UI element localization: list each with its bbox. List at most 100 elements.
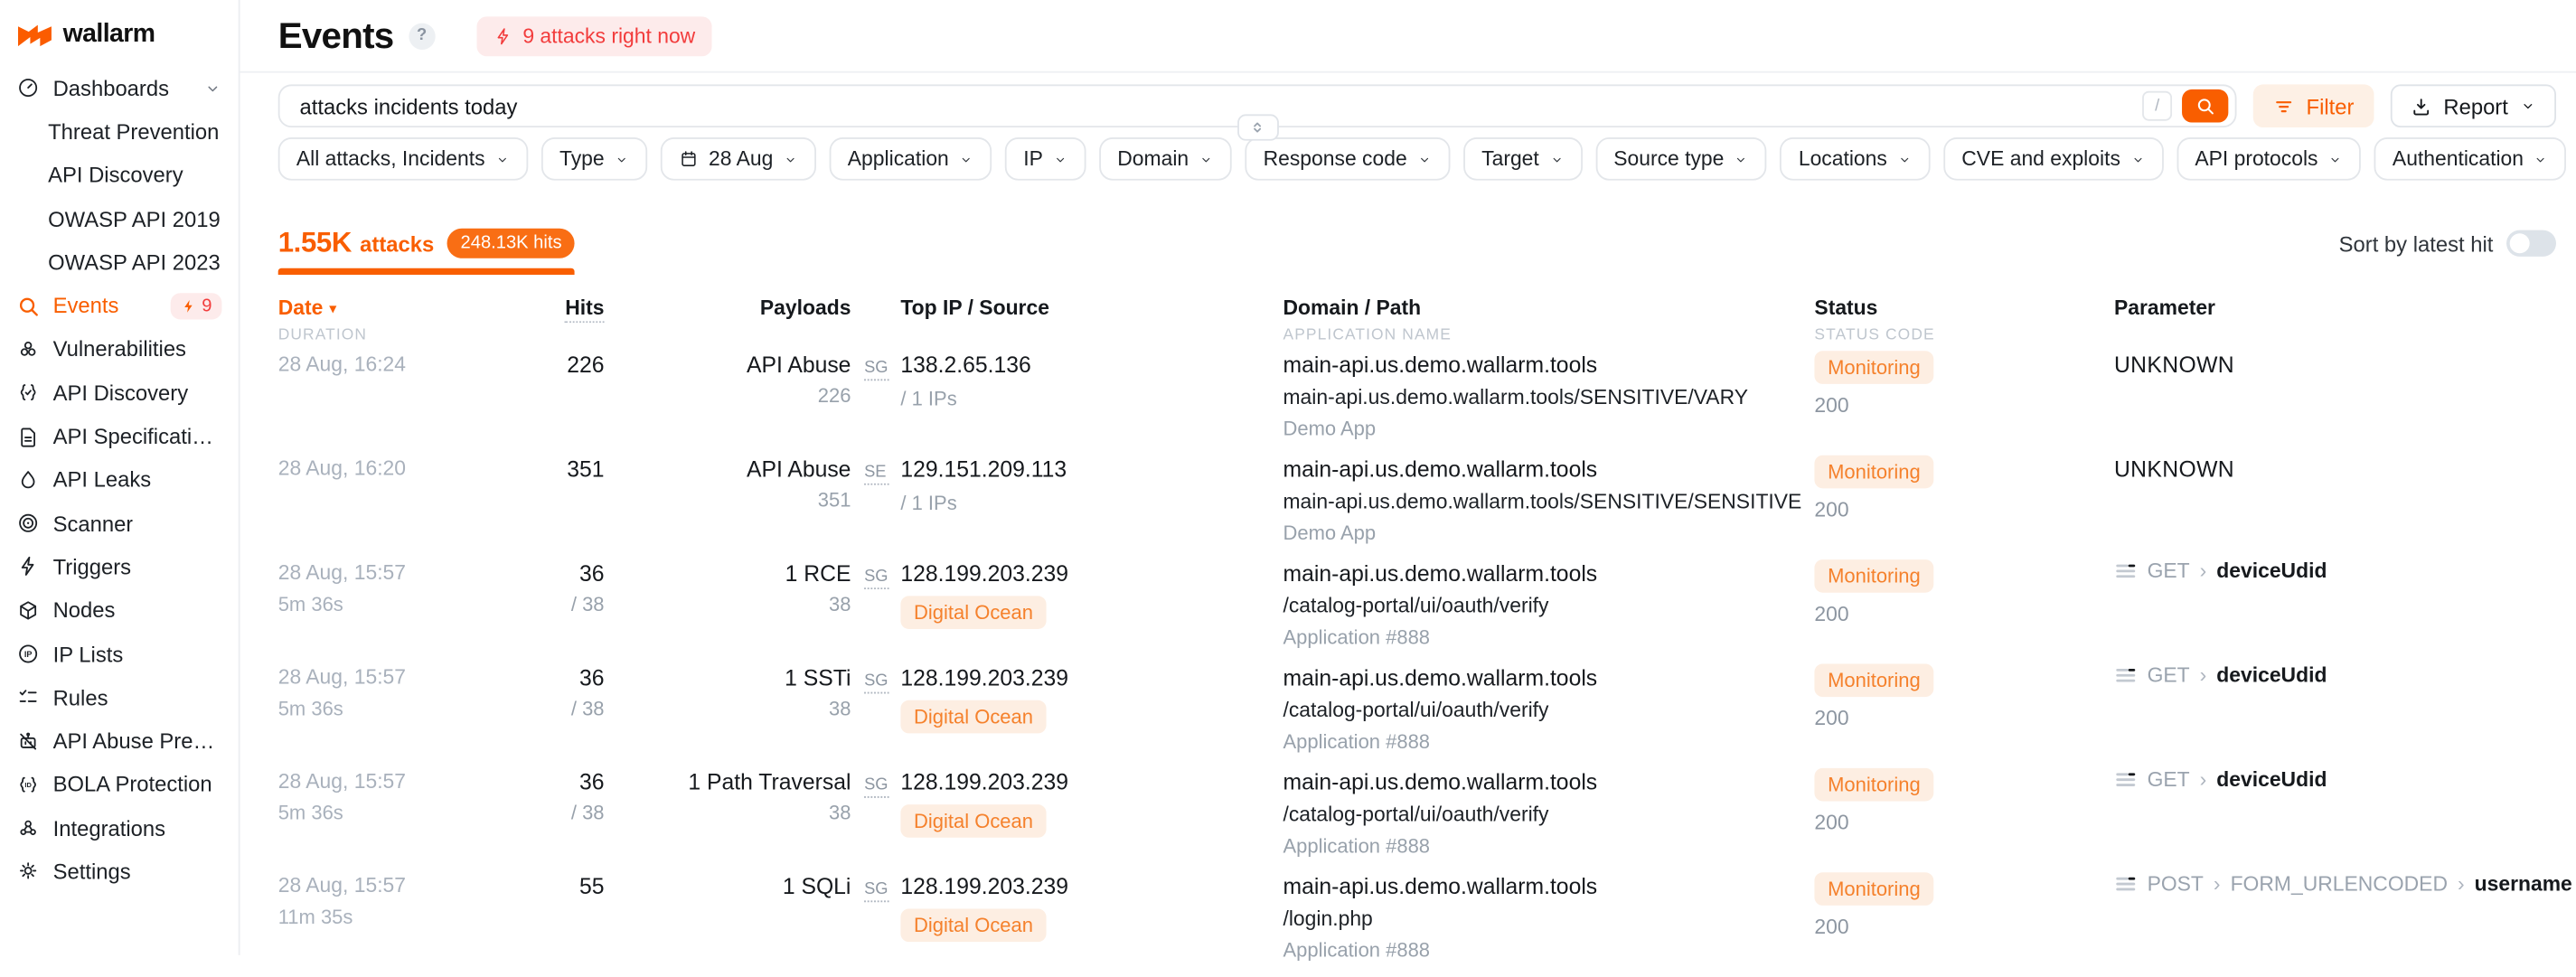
filter-chip-locations[interactable]: Locations xyxy=(1781,137,1931,181)
filter-chip-response-code[interactable]: Response code xyxy=(1245,137,1450,181)
filter-chip-domain[interactable]: Domain xyxy=(1099,137,1232,181)
help-icon[interactable]: ? xyxy=(409,23,435,49)
country-code[interactable]: SG xyxy=(864,359,888,380)
status-badge: Monitoring xyxy=(1814,456,1933,489)
attacks-tab[interactable]: 1.55K attacks 248.13K hits xyxy=(278,227,575,275)
filter-chip-ip[interactable]: IP xyxy=(1005,137,1086,181)
filter-button[interactable]: Filter xyxy=(2253,84,2374,127)
column-header-date[interactable]: Date▾ DURATION xyxy=(278,296,510,344)
event-attack-type[interactable]: 1 SSTi xyxy=(605,663,851,691)
event-path[interactable]: /catalog-portal/ui/oauth/verify xyxy=(1283,595,1814,618)
event-path[interactable]: main-api.us.demo.wallarm.tools/SENSITIVE… xyxy=(1283,386,1814,409)
events-attack-count: 9 xyxy=(202,296,212,315)
event-attack-type[interactable]: 1 SQLi xyxy=(605,872,851,900)
event-attack-type[interactable]: API Abuse xyxy=(605,456,851,484)
sidebar-item-scanner[interactable]: Scanner xyxy=(0,502,239,545)
search-button[interactable] xyxy=(2182,89,2228,123)
sidebar-item-label: Scanner xyxy=(53,511,134,535)
sidebar-item-nodes[interactable]: Nodes xyxy=(0,588,239,632)
filter-chip-label: Source type xyxy=(1613,147,1724,171)
event-row[interactable]: 28 Aug, 16:20 351 API Abuse 351 SE 129.1… xyxy=(278,456,2556,559)
sidebar-item-owasp-api-2019[interactable]: OWASP API 2019 xyxy=(0,197,239,240)
event-path[interactable]: /login.php xyxy=(1283,907,1814,931)
sidebar-item-label: API Leaks xyxy=(53,467,152,492)
event-domain[interactable]: main-api.us.demo.wallarm.tools xyxy=(1283,768,1814,796)
column-header-status[interactable]: Status STATUS CODE xyxy=(1814,296,2114,344)
event-row[interactable]: 28 Aug, 15:57 5m 36s 36 / 38 1 SSTi 38 S… xyxy=(278,663,2556,767)
filter-chip-cve-and-exploits[interactable]: CVE and exploits xyxy=(1943,137,2163,181)
sidebar-item-settings[interactable]: Settings xyxy=(0,850,239,893)
table-header: Date▾ DURATION Hits Payloads Top IP / So… xyxy=(278,296,2556,344)
country-code[interactable]: SG xyxy=(864,672,888,694)
country-code[interactable]: SG xyxy=(864,880,888,902)
column-header-top-ip-source[interactable]: Top IP / Source xyxy=(851,296,1283,344)
filter-chip-authentication[interactable]: Authentication xyxy=(2374,137,2567,181)
event-domain[interactable]: main-api.us.demo.wallarm.tools xyxy=(1283,351,1814,379)
sidebar-item-ip-lists[interactable]: IPIP Lists xyxy=(0,632,239,675)
sidebar-item-api-discovery[interactable]: API Discovery xyxy=(0,371,239,414)
event-row[interactable]: 28 Aug, 15:57 11m 35s 55 1 SQLi SG 128.1… xyxy=(278,872,2556,976)
event-duration: 5m 36s xyxy=(278,697,510,720)
event-attack-type[interactable]: 1 Path Traversal xyxy=(605,768,851,796)
status-code: 200 xyxy=(1814,394,2114,418)
event-ip[interactable]: 129.151.209.113 xyxy=(900,456,1067,484)
event-ip[interactable]: 128.199.203.239 xyxy=(900,872,1068,900)
event-parameter: GET›deviceUdid xyxy=(2114,559,2556,649)
parameter-separator: › xyxy=(2200,663,2207,687)
event-domain[interactable]: main-api.us.demo.wallarm.tools xyxy=(1283,559,1814,587)
filter-chip-api-protocols[interactable]: API protocols xyxy=(2176,137,2361,181)
column-header-payloads[interactable]: Payloads xyxy=(605,296,851,344)
status-code: 200 xyxy=(1814,707,2114,730)
country-code[interactable]: SG xyxy=(864,776,888,798)
sidebar-item-rules[interactable]: Rules xyxy=(0,676,239,719)
attacks-now-badge[interactable]: 9 attacks right now xyxy=(476,15,711,55)
search-input[interactable] xyxy=(300,93,2143,117)
sidebar-item-api-leaks[interactable]: API Leaks xyxy=(0,458,239,502)
sidebar-item-api-specifications[interactable]: API Specifications xyxy=(0,415,239,458)
country-code[interactable]: SG xyxy=(864,568,888,589)
filter-chip-application[interactable]: Application xyxy=(830,137,992,181)
event-row[interactable]: 28 Aug, 15:57 5m 36s 36 / 38 1 RCE 38 SG… xyxy=(278,559,2556,663)
wallarm-logo[interactable]: wallarm xyxy=(0,16,239,50)
column-header-parameter[interactable]: Parameter xyxy=(2114,296,2556,344)
event-ip[interactable]: 128.199.203.239 xyxy=(900,559,1068,587)
event-path[interactable]: /catalog-portal/ui/oauth/verify xyxy=(1283,699,1814,722)
magnifier-icon xyxy=(16,294,40,317)
event-domain[interactable]: main-api.us.demo.wallarm.tools xyxy=(1283,456,1814,484)
sidebar-item-integrations[interactable]: Integrations xyxy=(0,806,239,850)
sort-toggle[interactable] xyxy=(2506,230,2556,257)
event-ip[interactable]: 138.2.65.136 xyxy=(900,351,1030,379)
column-header-hits[interactable]: Hits xyxy=(510,296,604,344)
sidebar-item-dashboards[interactable]: Dashboards xyxy=(0,66,239,109)
event-ip[interactable]: 128.199.203.239 xyxy=(900,663,1068,691)
sidebar-item-api-discovery[interactable]: API Discovery xyxy=(0,154,239,197)
event-duration: 11m 35s xyxy=(278,906,510,929)
sidebar-item-vulnerabilities[interactable]: Vulnerabilities xyxy=(0,327,239,371)
report-button[interactable]: Report xyxy=(2391,84,2556,127)
event-ip[interactable]: 128.199.203.239 xyxy=(900,768,1068,796)
filter-chip-28-aug[interactable]: 28 Aug xyxy=(661,137,816,181)
column-header-domain-path[interactable]: Domain / Path APPLICATION NAME xyxy=(1283,296,1814,344)
sidebar-item-api-abuse-prevention[interactable]: API Abuse Prevention xyxy=(0,719,239,763)
sidebar-item-threat-prevention[interactable]: Threat Prevention xyxy=(0,109,239,153)
sidebar-item-bola-protection[interactable]: IDBOLA Protection xyxy=(0,763,239,806)
sidebar-item-triggers[interactable]: Triggers xyxy=(0,545,239,588)
event-domain[interactable]: main-api.us.demo.wallarm.tools xyxy=(1283,872,1814,900)
event-row[interactable]: 28 Aug, 16:24 226 API Abuse 226 SG 138.2… xyxy=(278,351,2556,455)
sidebar-item-events[interactable]: Events9 xyxy=(0,284,239,327)
bolt-icon xyxy=(16,555,40,578)
filter-chip-source-type[interactable]: Source type xyxy=(1595,137,1767,181)
sidebar-item-owasp-api-2023[interactable]: OWASP API 2023 xyxy=(0,240,239,284)
event-attack-type[interactable]: API Abuse xyxy=(605,351,851,379)
event-path[interactable]: main-api.us.demo.wallarm.tools/SENSITIVE… xyxy=(1283,490,1814,513)
event-row[interactable]: 28 Aug, 15:57 5m 36s 36 / 38 1 Path Trav… xyxy=(278,768,2556,872)
search-expand-toggle[interactable] xyxy=(1236,113,1278,139)
event-path[interactable]: /catalog-portal/ui/oauth/verify xyxy=(1283,803,1814,826)
filter-chip-label: API protocols xyxy=(2195,147,2317,171)
filter-chip-all-attacks-incidents[interactable]: All attacks, Incidents xyxy=(278,137,528,181)
event-attack-type[interactable]: 1 RCE xyxy=(605,559,851,587)
filter-chip-target[interactable]: Target xyxy=(1463,137,1582,181)
event-domain[interactable]: main-api.us.demo.wallarm.tools xyxy=(1283,663,1814,691)
country-code[interactable]: SE xyxy=(864,464,888,485)
filter-chip-type[interactable]: Type xyxy=(541,137,647,181)
